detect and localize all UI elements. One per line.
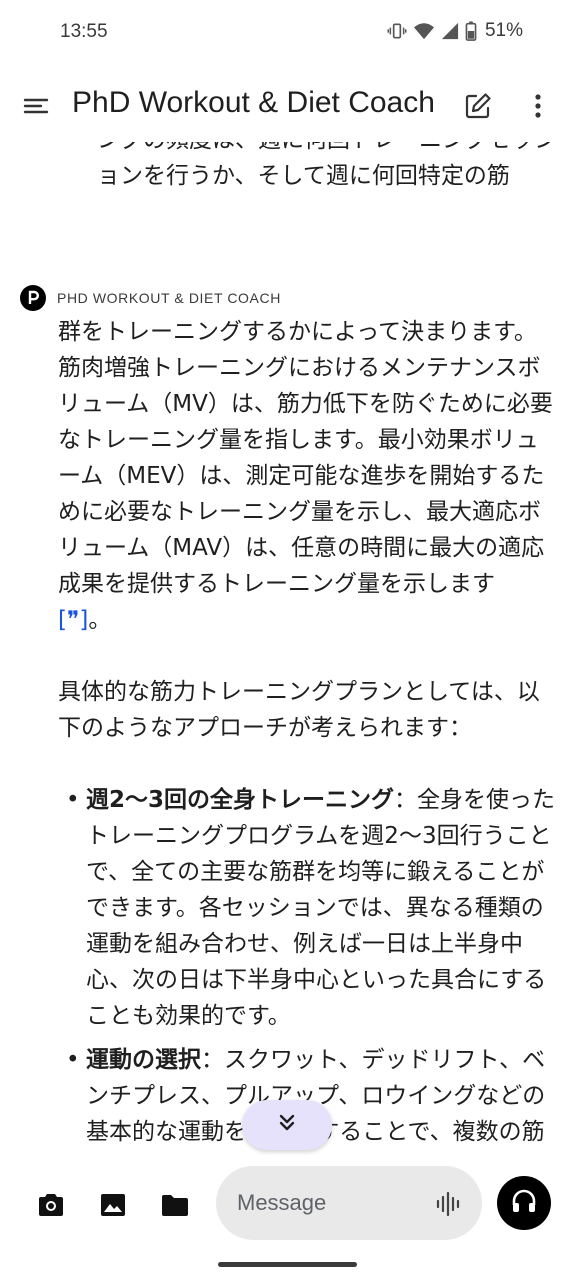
status-time: 13:55 <box>60 21 108 42</box>
sender-name: PHD WORKOUT & DIET COACH <box>57 290 281 306</box>
message-input[interactable]: Message <box>216 1166 482 1240</box>
edit-icon[interactable] <box>462 90 494 122</box>
coach-avatar <box>20 285 46 311</box>
message-placeholder: Message <box>237 1190 327 1215</box>
status-bar: 13:55 51% <box>0 0 575 66</box>
scroll-to-bottom-button[interactable] <box>242 1100 332 1150</box>
input-bar: Message <box>0 1154 575 1280</box>
message-paragraph-1: 群をトレーニングするかによって決まります。筋肉増強トレーニングにおけるメンテナン… <box>58 319 553 633</box>
list-item: 週2〜3回の全身トレーニング：全身を使ったトレーニングプログラムを週2〜3回行う… <box>58 782 555 1034</box>
chat-area[interactable]: ングの頻度は、週に何回トレーニングセッションを行うか、そして週に何回特定の筋 P… <box>0 142 575 1154</box>
vibrate-icon <box>387 21 407 41</box>
camera-icon[interactable] <box>36 1190 66 1220</box>
menu-icon[interactable] <box>22 92 50 120</box>
assistant-message: 群をトレーニングするかによって決まります。筋肉増強トレーニングにおけるメンテナン… <box>58 314 555 1154</box>
more-vert-icon[interactable] <box>526 90 550 122</box>
battery-icon <box>465 21 477 41</box>
voice-chat-button[interactable] <box>497 1176 551 1230</box>
app-title: PhD Workout & Diet Coach <box>72 86 435 119</box>
folder-icon[interactable] <box>160 1190 190 1220</box>
headset-icon <box>510 1187 538 1219</box>
app-bar: PhD Workout & Diet Coach <box>0 70 575 142</box>
previous-message-tail: ングの頻度は、週に何回トレーニングセッションを行うか、そして週に何回特定の筋 <box>97 142 557 189</box>
wifi-icon <box>413 21 435 41</box>
sender-row: PHD WORKOUT & DIET COACH <box>20 285 281 311</box>
battery-percent: 51% <box>484 20 523 41</box>
home-indicator[interactable] <box>218 1262 357 1267</box>
message-paragraph-2: 具体的な筋力トレーニングプランとしては、以下のようなアプローチが考えられます： <box>58 679 540 741</box>
citation-link[interactable]: [❞] <box>58 607 88 633</box>
status-icons: 51% <box>387 20 523 42</box>
voice-waveform-icon[interactable] <box>434 1190 462 1218</box>
image-icon[interactable] <box>98 1190 128 1220</box>
signal-icon <box>441 22 459 40</box>
double-chevron-down-icon <box>276 1112 298 1138</box>
bullet-list: 週2〜3回の全身トレーニング：全身を使ったトレーニングプログラムを週2〜3回行う… <box>58 782 555 1154</box>
